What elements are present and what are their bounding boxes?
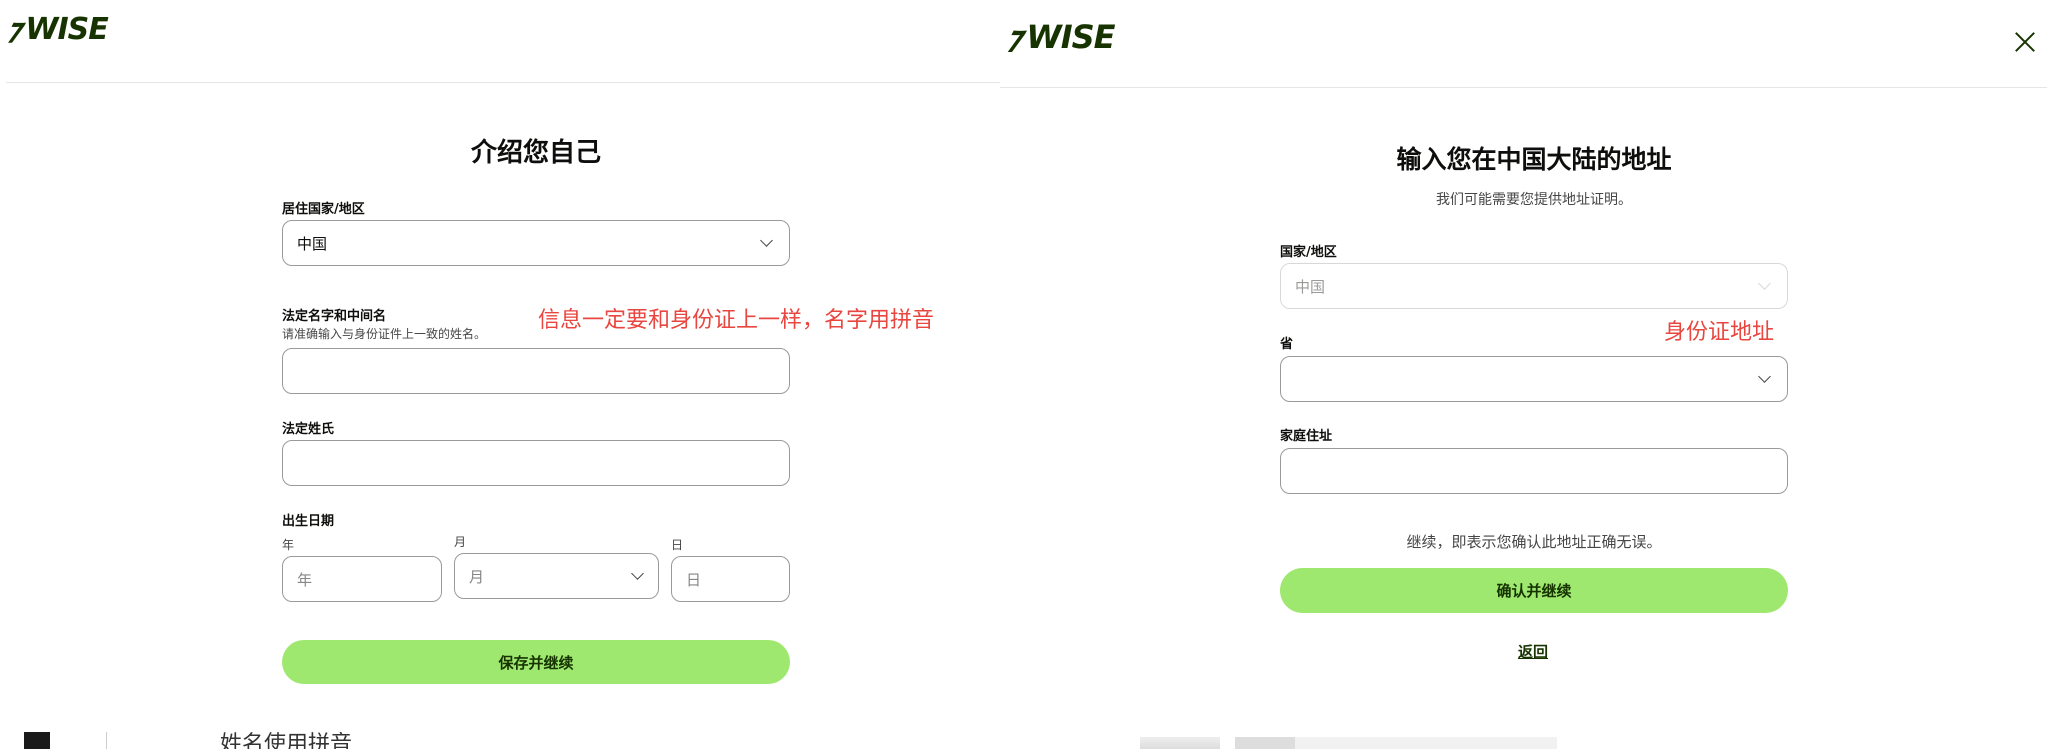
first-name-hint: 请准确输入与身份证件上一致的姓名。	[282, 327, 487, 341]
first-name-label: 法定名字和中间名	[282, 309, 387, 324]
dob-month-label: 月	[454, 535, 467, 549]
dob-month-placeholder: 月	[469, 567, 485, 586]
page-title: 输入您在中国大陆的地址	[1396, 145, 1672, 174]
chevron-down-icon	[631, 567, 644, 580]
bottom-cutoff	[1080, 737, 2047, 749]
last-name-input[interactable]	[282, 440, 790, 486]
cut-off-divider	[106, 732, 107, 749]
wise-logo-text: WISE	[25, 12, 108, 47]
dob-year-input[interactable]: 年	[282, 556, 442, 602]
confirm-note: 继续，即表示您确认此地址正确无误。	[1406, 533, 1662, 551]
cut-off-bar	[1295, 737, 1557, 749]
country-label: 国家/地区	[1280, 245, 1337, 260]
wise-logo-text: WISE	[1026, 18, 1115, 56]
annotation-address: 身份证地址	[1664, 320, 1775, 345]
home-address-input[interactable]	[1280, 448, 1788, 494]
country-select[interactable]: 中国	[282, 220, 790, 266]
first-name-input[interactable]	[282, 348, 790, 394]
country-value: 中国	[297, 234, 328, 253]
dob-month-select[interactable]: 月	[454, 553, 659, 599]
home-address-label: 家庭住址	[1280, 429, 1333, 444]
header-divider	[1000, 87, 2047, 88]
wise-logo: ⁊WISE	[2, 12, 108, 47]
last-name-label: 法定姓氏	[282, 422, 335, 437]
back-link[interactable]: 返回	[1518, 641, 1548, 662]
country-select[interactable]: 中国	[1280, 263, 1788, 309]
confirm-continue-button[interactable]: 确认并继续	[1280, 568, 1788, 613]
chevron-down-icon	[1758, 277, 1771, 290]
cut-off-text: 姓名使用拼音	[220, 732, 353, 749]
cut-off-icon	[24, 732, 50, 749]
save-continue-button[interactable]: 保存并继续	[282, 640, 790, 684]
dob-day-input[interactable]: 日	[671, 556, 790, 602]
dob-day-label: 日	[671, 538, 684, 552]
dob-label: 出生日期	[282, 514, 335, 529]
dob-year-label: 年	[282, 538, 295, 552]
chevron-down-icon	[1758, 370, 1771, 383]
country-label: 居住国家/地区	[282, 202, 365, 217]
province-label: 省	[1280, 337, 1294, 352]
close-icon[interactable]	[2014, 31, 2036, 53]
dob-day-placeholder: 日	[686, 570, 702, 589]
annotation-name: 信息一定要和身份证上一样，名字用拼音	[538, 308, 935, 333]
dob-year-placeholder: 年	[297, 570, 313, 589]
wise-logo: ⁊WISE	[1002, 18, 1116, 56]
page-subtitle: 我们可能需要您提供地址证明。	[1436, 192, 1632, 208]
bottom-cutoff: 姓名使用拼音	[0, 732, 1000, 749]
country-value: 中国	[1295, 277, 1326, 296]
left-signup-panel: ⁊WISE 介绍您自己 居住国家/地区 中国 法定名字和中间名 请准确输入与身份…	[0, 0, 1000, 749]
cut-off-image	[1235, 737, 1295, 749]
page-title: 介绍您自己	[470, 138, 601, 168]
right-address-panel: ⁊WISE 输入您在中国大陆的地址 我们可能需要您提供地址证明。 国家/地区 中…	[1000, 0, 2047, 749]
chevron-down-icon	[760, 234, 773, 247]
province-select[interactable]	[1280, 356, 1788, 402]
cut-off-block	[1140, 737, 1220, 749]
header-divider	[6, 82, 1000, 83]
